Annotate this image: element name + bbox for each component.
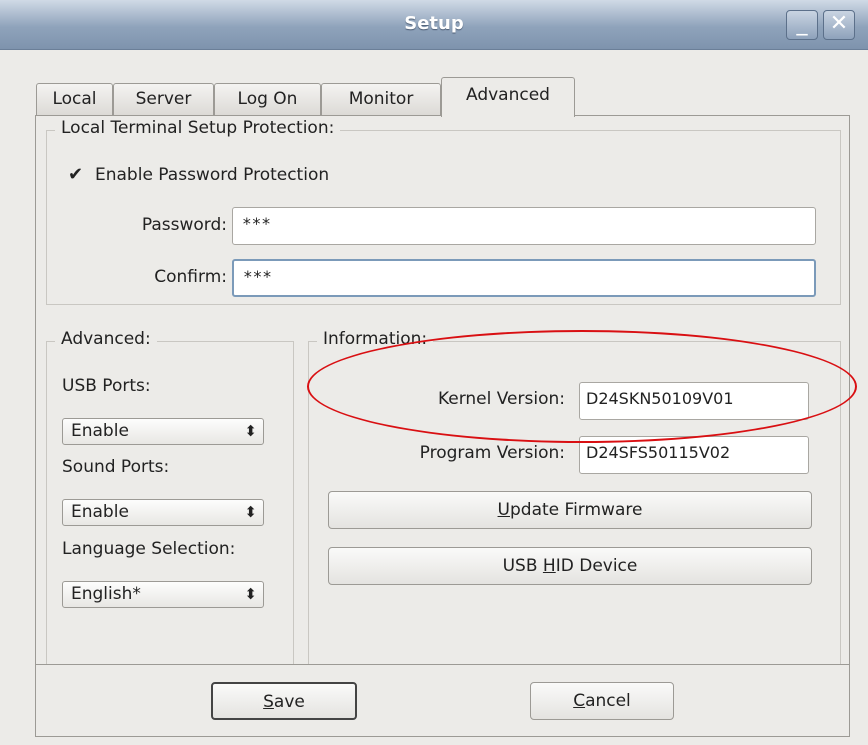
update-firmware-label-rest: pdate Firmware	[510, 500, 643, 520]
tab-local[interactable]: Local	[36, 83, 113, 115]
cancel-button[interactable]: Cancel	[530, 682, 674, 720]
advanced-group: Advanced: USB Ports: Enable ⬍ Sound Port…	[46, 329, 294, 677]
usb-hid-label-prefix: USB	[502, 556, 543, 576]
information-group-title: Information:	[317, 329, 434, 349]
sound-ports-value: Enable	[71, 502, 129, 522]
usb-ports-label: USB Ports:	[62, 376, 151, 396]
tab-advanced[interactable]: Advanced	[441, 77, 575, 117]
usb-ports-select-arrow-icon: ⬍	[244, 422, 257, 440]
language-value: English*	[71, 584, 141, 604]
dialog-button-bar: Save Cancel	[35, 664, 850, 737]
tab-log-on[interactable]: Log On	[214, 83, 321, 115]
sound-ports-select[interactable]: Enable ⬍	[62, 499, 264, 526]
enable-password-label[interactable]: Enable Password Protection	[95, 165, 329, 185]
usb-hid-label-rest: ID Device	[555, 556, 638, 576]
update-firmware-button[interactable]: Update Firmware	[328, 491, 812, 529]
usb-ports-value: Enable	[71, 421, 129, 441]
local-protection-group-title: Local Terminal Setup Protection:	[55, 118, 341, 138]
information-group: Information: Kernel Version: D24SKN50109…	[308, 329, 841, 677]
advanced-tab-panel: Local Terminal Setup Protection: ✔ Enabl…	[35, 115, 850, 692]
close-button[interactable]: ✕	[823, 10, 855, 40]
sound-ports-label: Sound Ports:	[62, 457, 170, 477]
window-title: Setup	[404, 13, 464, 34]
usb-ports-select[interactable]: Enable ⬍	[62, 418, 264, 445]
language-select[interactable]: English* ⬍	[62, 581, 264, 608]
tab-monitor[interactable]: Monitor	[321, 83, 441, 115]
cancel-label-rest: ancel	[585, 691, 631, 711]
confirm-field[interactable]: ***	[232, 259, 816, 297]
cancel-mnemonic: C	[573, 691, 586, 711]
save-label-rest: ave	[273, 692, 305, 712]
language-selection-label: Language Selection:	[62, 539, 236, 559]
password-label: Password:	[141, 215, 227, 235]
sound-ports-select-arrow-icon: ⬍	[244, 503, 257, 521]
program-version-field[interactable]: D24SFS50115V02	[579, 436, 809, 474]
advanced-group-title: Advanced:	[55, 329, 157, 349]
save-mnemonic: S	[263, 692, 274, 712]
language-select-arrow-icon: ⬍	[244, 585, 257, 603]
confirm-label: Confirm:	[154, 267, 227, 287]
dialog-client-area: Local Server Log On Monitor Advanced Loc…	[12, 50, 857, 745]
enable-password-checkbox[interactable]: ✔	[68, 166, 84, 184]
tab-server[interactable]: Server	[113, 83, 214, 115]
usb-hid-device-button[interactable]: USB HID Device	[328, 547, 812, 585]
save-button[interactable]: Save	[211, 682, 357, 720]
kernel-version-label: Kernel Version:	[437, 389, 565, 409]
usb-hid-mnemonic: H	[542, 556, 556, 576]
program-version-label: Program Version:	[419, 443, 565, 463]
password-field[interactable]: ***	[232, 207, 816, 245]
update-firmware-mnemonic: U	[497, 500, 510, 520]
kernel-version-field[interactable]: D24SKN50109V01	[579, 382, 809, 420]
title-bar: Setup _ ✕	[0, 0, 868, 50]
minimize-button[interactable]: _	[786, 10, 818, 40]
local-protection-group: Local Terminal Setup Protection: ✔ Enabl…	[46, 118, 841, 305]
